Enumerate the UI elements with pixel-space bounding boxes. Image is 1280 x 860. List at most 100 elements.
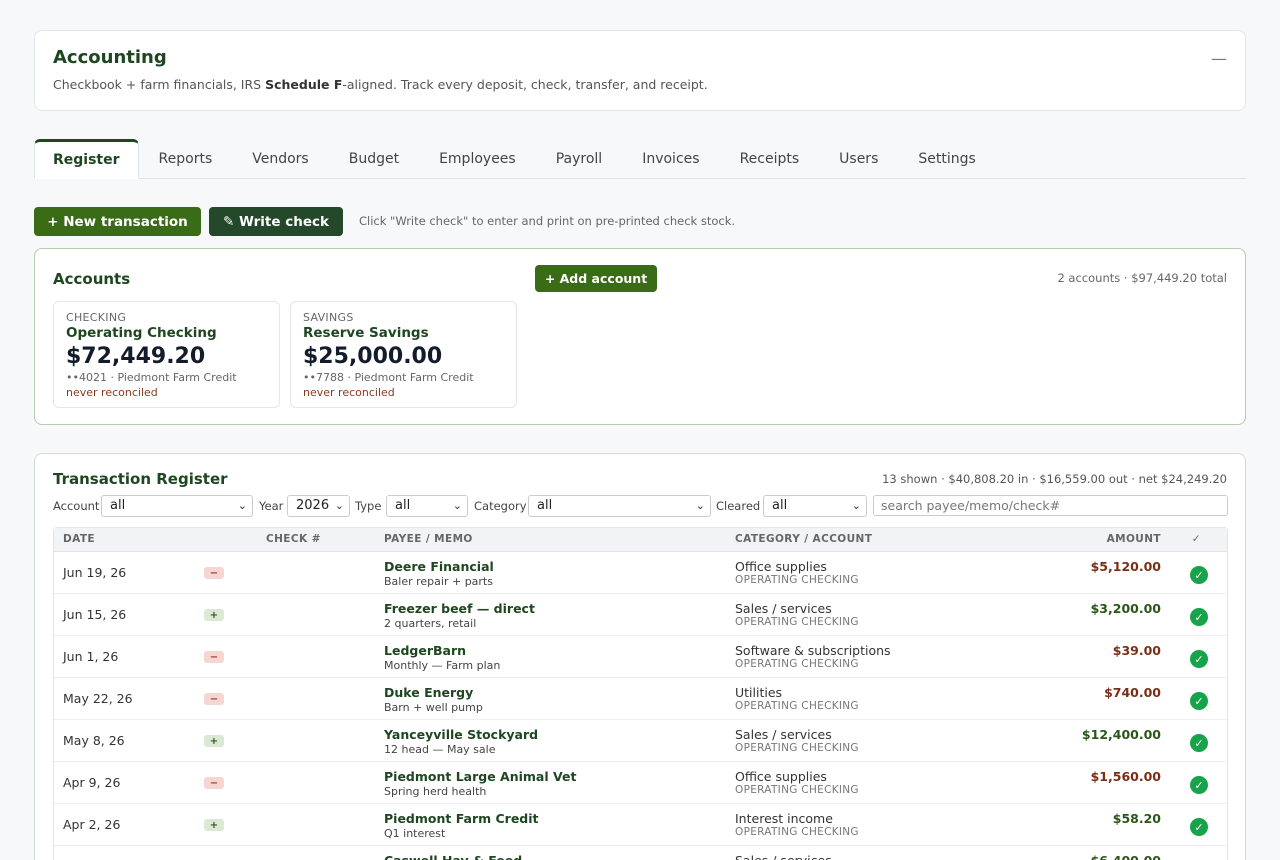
add-account-button[interactable]: + Add account (535, 265, 657, 292)
table-row[interactable]: May 8, 26 + Yanceyville Stockyard 12 head —… (54, 720, 1227, 762)
account-type: CHECKING (66, 311, 127, 324)
table-row[interactable]: Jun 1, 26 − LedgerBarn Monthly — Farm plan S… (54, 636, 1227, 678)
memo-text: Barn + well pump (384, 701, 483, 714)
column-header-category[interactable]: CATEGORY / ACCOUNT (735, 533, 872, 545)
main-tabs: Register Reports Vendors Budget Employee… (34, 139, 1246, 179)
tab-payroll[interactable]: Payroll (536, 139, 622, 178)
memo-text: 2 quarters, retail (384, 617, 477, 630)
table-row[interactable]: Apr 9, 26 − Piedmont Large Animal Vet Sprin… (54, 762, 1227, 804)
account-reconcile-status: never reconciled (66, 386, 158, 399)
page-subtitle: Checkbook + farm financials, IRS Schedul… (53, 77, 708, 92)
payee-name: Caswell Hay & Feed (384, 853, 522, 860)
account-name: OPERATING CHECKING (735, 574, 859, 586)
tab-settings[interactable]: Settings (898, 139, 995, 178)
cleared-check-icon[interactable]: ✓ (1190, 566, 1208, 584)
category-cell: Utilities OPERATING CHECKING (735, 685, 859, 712)
cleared-check-icon[interactable]: ✓ (1190, 608, 1208, 626)
category-cell: Sales / services (735, 853, 832, 860)
tab-vendors[interactable]: Vendors (232, 139, 328, 178)
table-row[interactable]: Jun 19, 26 − Deere Financial Baler repair +… (54, 552, 1227, 594)
transaction-amount: $3,200.00 (1090, 601, 1161, 616)
year-filter-select[interactable]: 2026 ⌄ (287, 495, 350, 517)
chevron-down-icon: ⌄ (237, 499, 247, 512)
account-name: OPERATING CHECKING (735, 700, 859, 712)
cleared-check-icon[interactable]: ✓ (1190, 650, 1208, 668)
account-reconcile-status: never reconciled (303, 386, 395, 399)
tab-employees[interactable]: Employees (419, 139, 536, 178)
category-cell: Sales / services OPERATING CHECKING (735, 727, 859, 754)
table-row[interactable]: Mar 20, 26+Caswell Hay & FeedSales / ser… (54, 846, 1227, 860)
transaction-amount: $12,400.00 (1081, 727, 1161, 742)
account-filter-select[interactable]: all ⌄ (101, 495, 253, 517)
transaction-date: Apr 2, 26 (63, 817, 121, 832)
payee-name: LedgerBarn (384, 643, 467, 658)
new-transaction-button[interactable]: + New transaction (34, 207, 201, 236)
category-filter-label: Category (474, 499, 527, 513)
cleared-check-icon[interactable]: ✓ (1190, 734, 1208, 752)
accounts-summary: 2 accounts · $97,449.20 total (1057, 271, 1227, 285)
payee-cell: Yanceyville Stockyard 12 head — May sale (384, 727, 538, 756)
cleared-check-icon[interactable]: ✓ (1190, 692, 1208, 710)
payee-name: Yanceyville Stockyard (384, 727, 539, 742)
account-card-reserve-savings[interactable]: SAVINGS Reserve Savings $25,000.00 ••778… (290, 301, 517, 408)
search-input[interactable]: search payee/memo/check# (873, 495, 1228, 516)
memo-text: Monthly — Farm plan (384, 659, 501, 672)
category-name: Utilities (735, 685, 783, 700)
table-header: DATE CHECK # PAYEE / MEMO CATEGORY / ACC… (54, 528, 1227, 552)
account-name: Operating Checking (66, 325, 217, 341)
subtitle-text-start: Checkbook + farm financials, IRS (53, 77, 266, 92)
chevron-down-icon: ⌄ (695, 499, 705, 512)
account-name: OPERATING CHECKING (735, 616, 859, 628)
table-row[interactable]: May 22, 26 − Duke Energy Barn + well pump Ut… (54, 678, 1227, 720)
register-summary: 13 shown · $40,808.20 in · $16,559.00 ou… (882, 472, 1227, 486)
payee-cell: Deere Financial Baler repair + parts (384, 559, 494, 588)
category-name: Office supplies (735, 559, 827, 574)
accounts-panel: Accounts + Add account 2 accounts · $97,… (34, 248, 1246, 425)
transaction-date: Jun 15, 26 (63, 607, 127, 622)
category-cell: Interest income OPERATING CHECKING (735, 811, 859, 838)
write-check-button[interactable]: ✎ Write check (209, 207, 343, 236)
transaction-amount: $5,120.00 (1090, 559, 1161, 574)
account-name: OPERATING CHECKING (735, 784, 859, 796)
tab-users[interactable]: Users (819, 139, 898, 178)
account-meta: ••4021 · Piedmont Farm Credit (66, 371, 237, 384)
payee-name: Deere Financial (384, 559, 494, 574)
table-row[interactable]: Apr 2, 26 + Piedmont Farm Credit Q1 interes… (54, 804, 1227, 846)
cleared-check-icon[interactable]: ✓ (1190, 776, 1208, 794)
transaction-date: Jun 1, 26 (63, 649, 119, 664)
cleared-filter-select[interactable]: all ⌄ (763, 495, 867, 517)
tab-budget[interactable]: Budget (329, 139, 419, 178)
tab-register[interactable]: Register (34, 139, 139, 179)
transaction-date: Jun 19, 26 (63, 565, 127, 580)
tab-invoices[interactable]: Invoices (622, 139, 719, 178)
cleared-check-icon[interactable]: ✓ (1190, 818, 1208, 836)
category-name: Sales / services (735, 601, 832, 616)
column-header-cleared: ✓ (1191, 533, 1201, 545)
payee-cell: Piedmont Farm Credit Q1 interest (384, 811, 539, 840)
collapse-icon[interactable]: — (1211, 49, 1227, 68)
account-card-operating-checking[interactable]: CHECKING Operating Checking $72,449.20 •… (53, 301, 280, 408)
column-header-check[interactable]: CHECK # (266, 533, 321, 545)
transaction-direction-badge: − (204, 693, 224, 705)
tab-receipts[interactable]: Receipts (720, 139, 820, 178)
type-filter-select[interactable]: all ⌄ (386, 495, 468, 517)
category-filter-select[interactable]: all ⌄ (528, 495, 711, 517)
tab-reports[interactable]: Reports (139, 139, 233, 178)
column-header-payee[interactable]: PAYEE / MEMO (384, 533, 473, 545)
category-cell: Office supplies OPERATING CHECKING (735, 559, 859, 586)
account-balance: $25,000.00 (303, 344, 443, 369)
transaction-direction-badge: + (204, 735, 224, 747)
account-filter-label: Account (53, 499, 100, 513)
chevron-down-icon: ⌄ (334, 499, 344, 512)
type-filter-label: Type (355, 499, 382, 513)
register-filters: Account all ⌄ Year 2026 ⌄ Type all ⌄ Catego… (53, 495, 1228, 517)
column-header-amount[interactable]: AMOUNT (1107, 533, 1161, 545)
table-row[interactable]: Jun 15, 26 + Freezer beef — direct 2 quarte… (54, 594, 1227, 636)
account-name: OPERATING CHECKING (735, 826, 859, 838)
transaction-date: May 8, 26 (63, 733, 125, 748)
column-header-date[interactable]: DATE (63, 533, 95, 545)
category-name: Office supplies (735, 769, 827, 784)
transaction-direction-badge: + (204, 609, 224, 621)
category-filter-value: all (537, 498, 553, 513)
transaction-date: Apr 9, 26 (63, 775, 121, 790)
